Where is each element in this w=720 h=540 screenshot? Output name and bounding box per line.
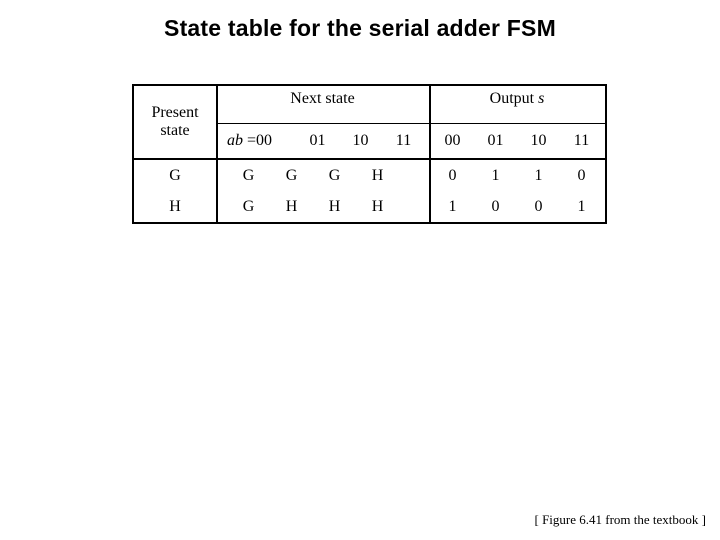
cell-next-state: G bbox=[285, 166, 298, 184]
figure-credit: [ Figure 6.41 from the textbook ] bbox=[534, 512, 707, 527]
cell-output: 0 bbox=[577, 166, 586, 184]
state-table: Present state Next state Output s ab =00… bbox=[132, 84, 607, 224]
cell-group-output: 1 0 0 1 bbox=[429, 198, 605, 216]
cell-group-output: 0 1 1 0 bbox=[429, 167, 605, 185]
cell-output: 1 bbox=[491, 166, 500, 184]
input-variables-label: ab bbox=[227, 132, 243, 149]
header-output: Output s bbox=[431, 90, 603, 108]
cell-next-state: H bbox=[285, 197, 298, 215]
subheader-next-col-10: 10 bbox=[352, 132, 369, 149]
cell-output: 1 bbox=[577, 197, 586, 215]
subheader-output-col-11: 11 bbox=[573, 132, 590, 149]
header-next-state: Next state bbox=[290, 90, 355, 107]
cell-group-next-state: G H H H bbox=[216, 198, 429, 216]
cell-next-state: H bbox=[371, 166, 384, 184]
header-present-state-line1: Present bbox=[151, 104, 199, 122]
subheader-next-col-01: 01 bbox=[309, 132, 326, 149]
subheader-output-col-00: 00 bbox=[444, 132, 461, 149]
cell-next-state: G bbox=[242, 166, 255, 184]
header-output-symbol: s bbox=[538, 90, 545, 107]
table-body: G G G G H 0 1 1 0 H G H H H 1 0 0 1 bbox=[134, 160, 605, 222]
subheader-next-col-11: 11 bbox=[395, 132, 412, 149]
cell-present-state: H bbox=[169, 197, 181, 215]
input-value-00: =00 bbox=[247, 132, 273, 149]
cell-next-state: H bbox=[328, 197, 341, 215]
cell-group-next-state: G G G H bbox=[216, 167, 429, 185]
cell-output: 1 bbox=[534, 166, 543, 184]
subheader-output-inputs: 00 01 10 11 bbox=[431, 124, 603, 158]
cell-present-state: G bbox=[169, 166, 181, 184]
subheader-output-col-10: 10 bbox=[530, 132, 547, 149]
page-title: State table for the serial adder FSM bbox=[164, 15, 556, 41]
cell-next-state: G bbox=[242, 197, 255, 215]
cell-output: 1 bbox=[448, 197, 457, 215]
subheader-output-col-01: 01 bbox=[487, 132, 504, 149]
header-output-text: Output bbox=[489, 90, 535, 107]
header-present-state-line2: state bbox=[160, 122, 190, 139]
cell-output: 0 bbox=[491, 197, 500, 215]
subheader-ab-00: ab =00 bbox=[218, 132, 296, 150]
table-row: H G H H H 1 0 0 1 bbox=[134, 191, 605, 222]
cell-output: 0 bbox=[534, 197, 543, 215]
cell-next-state: H bbox=[371, 197, 384, 215]
subheader-next-state-inputs: ab =00 01 10 11 bbox=[218, 124, 427, 158]
table-row: G G G G H 0 1 1 0 bbox=[134, 160, 605, 191]
cell-output: 0 bbox=[448, 166, 457, 184]
cell-next-state: G bbox=[328, 166, 341, 184]
header-present-state: Present state bbox=[134, 86, 216, 158]
